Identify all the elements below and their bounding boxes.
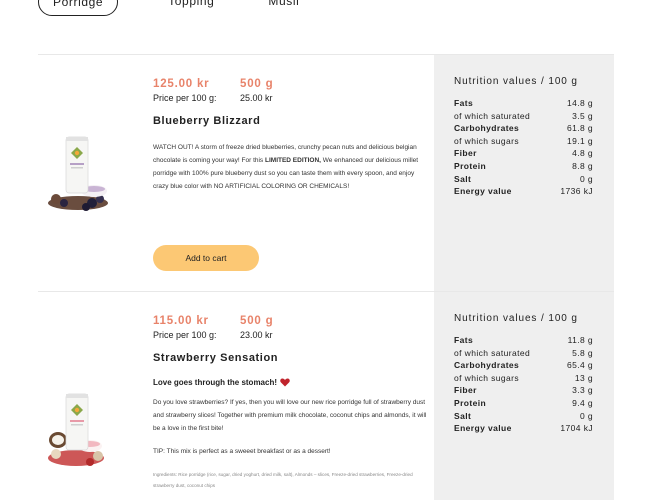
- nutrient-value: 5.8 g: [572, 347, 593, 358]
- tab-musli[interactable]: Müsli: [264, 0, 303, 16]
- nutrition-row: Fats 14.8 g: [454, 97, 593, 110]
- tab-topping[interactable]: Topping: [164, 0, 218, 16]
- nutrition-row: Energy value 1704 kJ: [454, 422, 593, 435]
- category-tabs: Porridge Topping Müsli: [38, 0, 349, 16]
- price-row: 115.00 kr Price per 100 g: 500 g 23.00 k…: [153, 315, 428, 340]
- nutrient-label: Fiber: [454, 385, 477, 396]
- nutrient-label: Salt: [454, 173, 472, 184]
- product-title[interactable]: Strawberry Sensation: [153, 352, 428, 364]
- nutrient-value: 1704 kJ: [560, 423, 593, 434]
- nutrient-value: 8.8 g: [572, 160, 593, 171]
- description-highlight: LIMITED EDITION,: [265, 157, 321, 164]
- price-per-value: 23.00 kr: [240, 330, 273, 340]
- product-can-image: [48, 393, 104, 466]
- nutrient-value: 3.3 g: [572, 385, 593, 396]
- product-image[interactable]: [38, 55, 134, 291]
- nutrient-label: Fats: [454, 98, 474, 108]
- nutrition-row: of which saturated 5.8 g: [454, 347, 593, 360]
- nutrition-row: Carbohydrates 65.4 g: [454, 359, 593, 372]
- product-title[interactable]: Blueberry Blizzard: [153, 115, 428, 127]
- nutrition-row: Fiber 4.8 g: [454, 147, 593, 160]
- nutrition-row: Fiber 3.3 g: [454, 384, 593, 397]
- nutrient-label: Energy value: [454, 423, 512, 434]
- nutrient-value: 9.4 g: [572, 397, 593, 408]
- product-info: 115.00 kr Price per 100 g: 500 g 23.00 k…: [153, 292, 522, 491]
- nutrient-value: 0 g: [579, 410, 593, 421]
- nutrition-row: Carbohydrates 61.8 g: [454, 122, 593, 135]
- nutrient-value: 61.8 g: [566, 123, 593, 134]
- tagline-text: Love goes through the stomach!: [153, 378, 278, 387]
- weight: 500 g: [240, 78, 274, 90]
- nutrient-label: Protein: [454, 160, 487, 171]
- nutrition-row: of which saturated 3.5 g: [454, 110, 593, 123]
- nutrition-row: Protein 9.4 g: [454, 397, 593, 410]
- product-can-image: [48, 136, 108, 211]
- price-per-value: 25.00 kr: [240, 93, 273, 103]
- nutrition-row: Salt 0 g: [454, 173, 593, 186]
- nutrition-row: of which sugars 13 g: [454, 372, 593, 385]
- nutrition-panel: Nutrition values / 100 g Fats 11.8 g of w…: [434, 292, 614, 500]
- nutrition-row: Salt 0 g: [454, 410, 593, 423]
- nutrition-row: Protein 8.8 g: [454, 160, 593, 173]
- nutrition-table: Fats 14.8 g of which saturated 3.5 g Carbo…: [454, 97, 614, 198]
- nutrient-label: Carbohydrates: [454, 360, 520, 371]
- nutrient-value: 11.8 g: [567, 335, 593, 345]
- nutrient-label: Fats: [454, 335, 474, 345]
- nutrient-value: 1736 kJ: [560, 186, 593, 197]
- nutrient-label: Carbohydrates: [454, 123, 520, 134]
- product-description: WATCH OUT! A storm of freeze dried blueb…: [153, 141, 428, 193]
- nutrient-value: 0 g: [579, 173, 593, 184]
- product-card: 125.00 kr Price per 100 g: 500 g 25.00 k…: [38, 54, 614, 291]
- nutrient-value: 13 g: [574, 372, 593, 383]
- nutrient-label: Protein: [454, 397, 487, 408]
- nutrition-table: Fats 11.8 g of which saturated 5.8 g Carbo…: [454, 334, 614, 435]
- nutrition-row: Energy value 1736 kJ: [454, 185, 593, 198]
- nutrient-value: 14.8 g: [566, 98, 593, 108]
- nutrient-label: Fiber: [454, 148, 477, 159]
- nutrient-value: 65.4 g: [566, 360, 593, 371]
- product-card: 115.00 kr Price per 100 g: 500 g 23.00 k…: [38, 291, 614, 500]
- price: 115.00 kr: [153, 315, 209, 327]
- nutrition-row: of which sugars 19.1 g: [454, 135, 593, 148]
- price-per-label: Price per 100 g:: [153, 330, 217, 340]
- product-description: Do you love strawberries? If yes, then y…: [153, 399, 427, 432]
- nutrient-label: of which sugars: [454, 372, 520, 383]
- nutrient-label: of which saturated: [454, 347, 531, 358]
- nutrition-panel: Nutrition values / 100 g Fats 14.8 g of w…: [434, 55, 614, 291]
- add-to-cart-button[interactable]: Add to cart: [153, 245, 259, 271]
- product-tip: TIP: This mix is perfect as a sweeet bre…: [153, 448, 331, 455]
- product-info: 125.00 kr Price per 100 g: 500 g 25.00 k…: [153, 55, 428, 271]
- product-image[interactable]: [38, 292, 134, 500]
- nutrient-value: 3.5 g: [572, 110, 593, 121]
- nutrient-label: Salt: [454, 410, 472, 421]
- price-row: 125.00 kr Price per 100 g: 500 g 25.00 k…: [153, 78, 428, 103]
- product-ingredients: Ingredients: Rice porridge (rice, sugar,…: [153, 472, 413, 488]
- tab-porridge[interactable]: Porridge: [38, 0, 119, 16]
- nutrient-value: 19.1 g: [566, 135, 593, 146]
- nutrition-row: Fats 11.8 g: [454, 334, 593, 347]
- nutrient-label: of which saturated: [454, 110, 531, 121]
- product-tagline: Love goes through the stomach!: [153, 378, 428, 387]
- nutrient-label: of which sugars: [454, 135, 520, 146]
- nutrient-value: 4.8 g: [572, 148, 593, 159]
- weight: 500 g: [240, 315, 274, 327]
- nutrition-title: Nutrition values / 100 g: [454, 76, 578, 87]
- price: 125.00 kr: [153, 78, 210, 90]
- heart-icon: [280, 378, 290, 387]
- price-per-label: Price per 100 g:: [153, 93, 217, 103]
- nutrition-title: Nutrition values / 100 g: [454, 313, 578, 324]
- nutrient-label: Energy value: [454, 186, 512, 197]
